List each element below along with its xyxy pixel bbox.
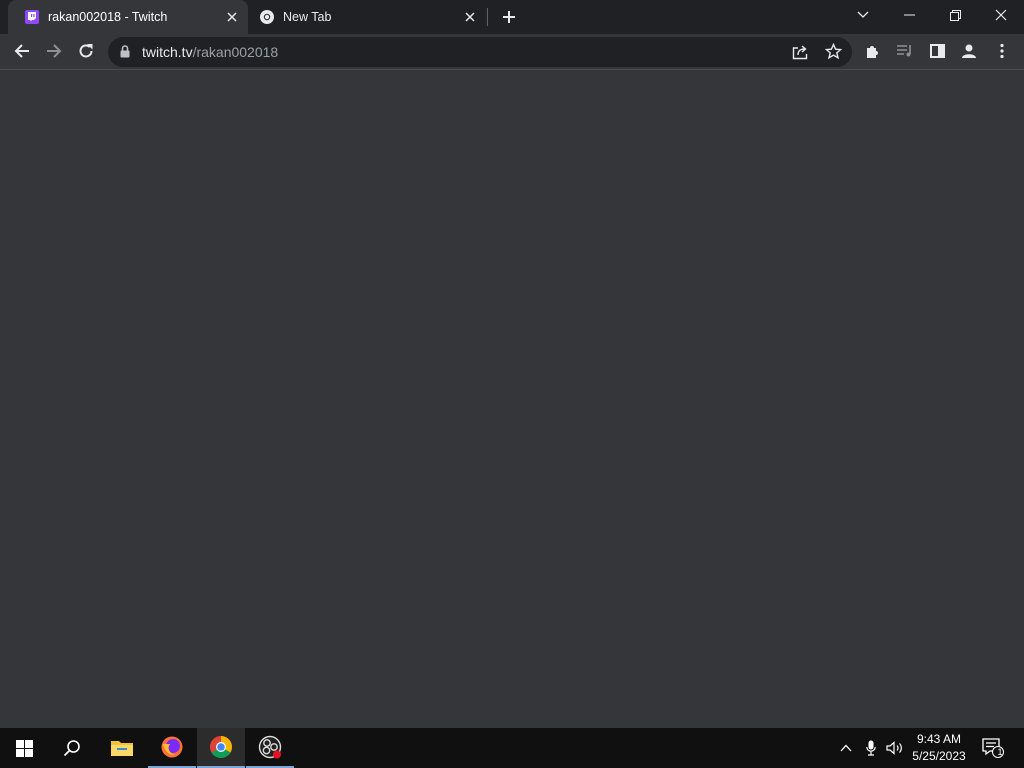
firefox-icon	[161, 736, 183, 758]
windows-start-icon	[15, 739, 33, 757]
back-button[interactable]	[7, 36, 37, 66]
more-vertical-icon	[1000, 43, 1004, 59]
windows-taskbar: 9:43 AM 5/25/2023 1	[0, 728, 1024, 768]
forward-button[interactable]	[39, 36, 69, 66]
arrow-left-icon	[14, 44, 29, 58]
tab-twitch[interactable]: rakan002018 - Twitch	[8, 0, 248, 34]
extensions-button[interactable]	[858, 36, 888, 66]
show-hidden-icons-button[interactable]	[836, 728, 856, 768]
url-host: twitch.tv	[142, 44, 193, 60]
chevron-up-icon	[840, 744, 852, 752]
taskbar-clock[interactable]: 9:43 AM 5/25/2023	[908, 731, 970, 765]
profile-button[interactable]	[954, 36, 984, 66]
twitch-icon	[24, 9, 40, 25]
obs-button[interactable]	[246, 728, 294, 768]
close-tab-icon[interactable]	[224, 9, 240, 25]
clock-time: 9:43 AM	[916, 732, 962, 746]
page-content	[0, 70, 1024, 728]
file-explorer-button[interactable]	[98, 728, 146, 768]
share-icon[interactable]	[792, 44, 809, 65]
address-bar[interactable]: twitch.tv/rakan002018	[108, 37, 852, 67]
browser-toolbar: twitch.tv/rakan002018	[0, 34, 1024, 70]
media-queue-icon	[897, 45, 911, 57]
side-panel-icon	[929, 44, 945, 58]
tab-new-tab[interactable]: New Tab	[248, 0, 486, 34]
firefox-button[interactable]	[148, 728, 196, 768]
reload-button[interactable]	[71, 36, 101, 66]
url-text: twitch.tv/rakan002018	[142, 44, 278, 60]
microphone-button[interactable]	[861, 728, 881, 768]
tab-title: rakan002018 - Twitch	[48, 10, 168, 24]
tab-search-button[interactable]	[840, 0, 886, 30]
tab-separator	[487, 8, 488, 26]
tab-title: New Tab	[283, 10, 332, 24]
close-window-button[interactable]	[978, 0, 1024, 30]
puzzle-icon	[867, 46, 878, 58]
close-icon	[995, 9, 1007, 21]
clock-date: 5/25/2023	[912, 749, 966, 763]
url-path: /rakan002018	[192, 44, 279, 60]
chrome-icon	[210, 736, 232, 758]
side-panel-button[interactable]	[922, 36, 952, 66]
speaker-icon	[886, 741, 902, 755]
minimize-icon	[903, 14, 915, 16]
new-tab-button[interactable]	[498, 6, 520, 28]
bookmark-star-icon[interactable]	[824, 42, 843, 65]
lock-icon[interactable]	[120, 45, 130, 63]
avatar-icon	[962, 44, 976, 58]
microphone-icon	[866, 740, 876, 756]
chevron-down-icon	[857, 11, 869, 18]
chrome-icon	[259, 9, 275, 25]
minimize-button[interactable]	[886, 0, 932, 30]
action-center-button[interactable]: 1	[978, 728, 1008, 768]
search-button[interactable]	[48, 728, 96, 768]
restore-icon	[949, 9, 961, 21]
search-icon	[63, 740, 80, 757]
arrow-right-icon	[47, 44, 62, 58]
obs-icon	[258, 735, 282, 759]
chrome-taskbar-button[interactable]	[197, 728, 245, 768]
reload-icon	[79, 44, 93, 58]
media-controls-button[interactable]	[890, 36, 920, 66]
chrome-menu-button[interactable]	[987, 36, 1017, 66]
tab-strip: rakan002018 - Twitch New Tab	[0, 0, 1024, 34]
restore-button[interactable]	[932, 0, 978, 30]
start-button[interactable]	[0, 728, 48, 768]
close-tab-icon[interactable]	[462, 9, 478, 25]
plus-icon	[503, 11, 515, 23]
file-explorer-icon	[111, 741, 133, 756]
notification-count: 1	[997, 747, 1003, 757]
volume-button[interactable]	[884, 728, 906, 768]
